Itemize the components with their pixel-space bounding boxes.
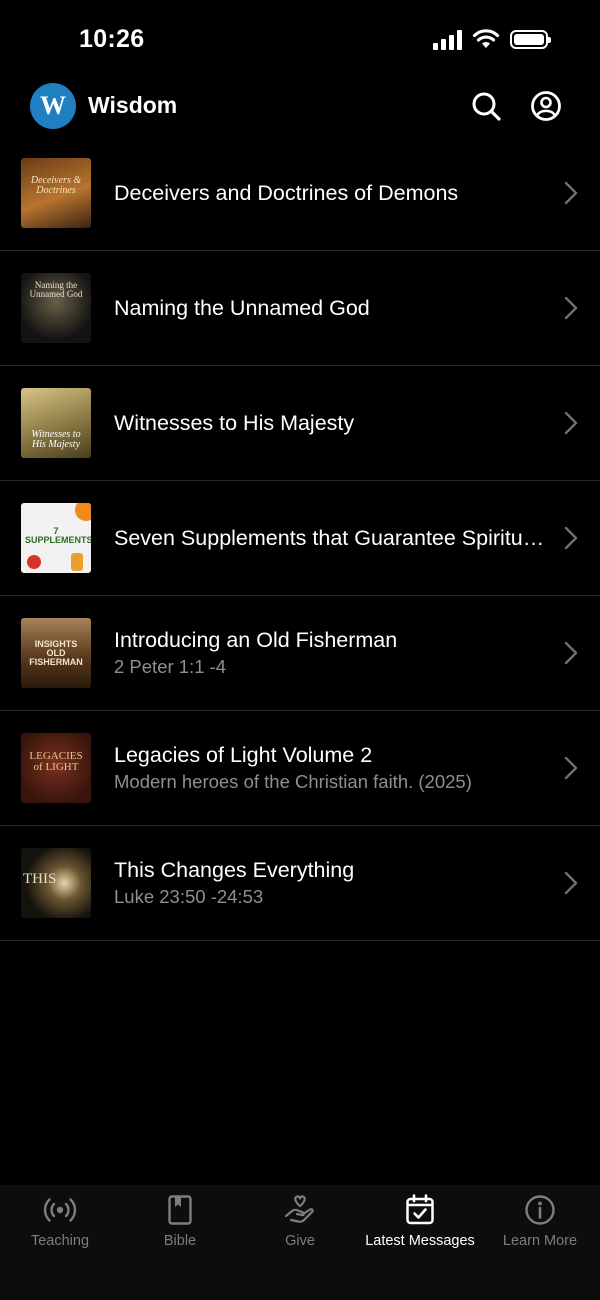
tab-label: Bible xyxy=(163,1233,197,1249)
chevron-right-icon xyxy=(564,871,578,895)
search-icon[interactable] xyxy=(470,90,502,122)
chevron-right-icon xyxy=(564,641,578,665)
logo-letter: W xyxy=(40,91,66,120)
message-thumbnail: 7 SUPPLEMENTS xyxy=(21,503,91,573)
tab-label: Teaching xyxy=(30,1233,90,1249)
message-title: Introducing an Old Fisherman xyxy=(114,628,398,652)
tab-teaching[interactable]: Teaching xyxy=(0,1185,120,1300)
book-icon xyxy=(168,1195,192,1225)
list-item[interactable]: Naming the Unnamed God Naming the Unname… xyxy=(0,251,600,366)
thumbnail-text: INSIGHTS OLD FISHERMAN xyxy=(29,639,83,667)
chevron-right-icon xyxy=(564,411,578,435)
calendar-check-icon xyxy=(406,1194,434,1225)
list-item[interactable]: Deceivers & Doctrines Deceivers and Doct… xyxy=(0,136,600,251)
chevron-right-icon xyxy=(564,296,578,320)
app-header: W Wisdom xyxy=(0,80,600,140)
tab-label: Give xyxy=(285,1233,315,1249)
message-title: Witnesses to His Majesty xyxy=(114,411,355,435)
list-item[interactable]: INSIGHTS OLD FISHERMAN Introducing an Ol… xyxy=(0,596,600,711)
battery-icon xyxy=(510,29,551,49)
message-title: Deceivers and Doctrines of Demons xyxy=(114,181,459,205)
thumbnail-text: Witnesses to His Majesty xyxy=(31,429,81,450)
list-item[interactable]: Witnesses to His Majesty Witnesses to Hi… xyxy=(0,366,600,481)
list-item[interactable]: 7 SUPPLEMENTS Seven Supplements that Gua… xyxy=(0,481,600,596)
message-title: Legacies of Light Volume 2 xyxy=(114,743,373,767)
tab-learn-more[interactable]: Learn More xyxy=(480,1185,600,1300)
message-subtitle: Luke 23:50 -24:53 xyxy=(114,886,264,907)
thumbnail-text: THIS xyxy=(23,871,57,887)
message-title: This Changes Everything xyxy=(114,858,355,882)
status-time: 10:26 xyxy=(79,25,145,53)
tab-label: Latest Messages xyxy=(365,1233,475,1249)
account-icon[interactable] xyxy=(530,90,562,122)
message-thumbnail: Deceivers & Doctrines xyxy=(21,158,91,228)
info-circle-icon xyxy=(525,1195,555,1225)
message-thumbnail: LEGACIES of LIGHT xyxy=(21,733,91,803)
tab-bible[interactable]: Bible xyxy=(120,1185,240,1300)
chevron-right-icon xyxy=(564,181,578,205)
list-item[interactable]: THIS This Changes Everything Luke 23:50 … xyxy=(0,826,600,941)
broadcast-icon xyxy=(43,1198,77,1222)
cellular-signal-icon xyxy=(433,28,462,50)
app-logo[interactable]: W xyxy=(30,83,76,129)
status-icons xyxy=(433,28,551,50)
thumbnail-text: Deceivers & Doctrines xyxy=(30,175,82,196)
hand-heart-icon xyxy=(284,1195,314,1223)
tab-latest-messages[interactable]: Latest Messages xyxy=(360,1185,480,1300)
message-subtitle: 2 Peter 1:1 -4 xyxy=(114,656,227,677)
message-thumbnail: Witnesses to His Majesty xyxy=(21,388,91,458)
thumbnail-text: 7 SUPPLEMENTS xyxy=(25,526,91,545)
tab-give[interactable]: Give xyxy=(240,1185,360,1300)
wifi-icon xyxy=(472,29,500,48)
chevron-right-icon xyxy=(564,756,578,780)
message-subtitle: Modern heroes of the Christian faith. (2… xyxy=(114,771,472,792)
message-title: Seven Supplements that Guarantee Spiritu… xyxy=(114,526,548,550)
message-thumbnail: Naming the Unnamed God xyxy=(21,273,91,343)
thumbnail-text: Naming the Unnamed God xyxy=(29,280,83,299)
message-title: Naming the Unnamed God xyxy=(114,296,370,320)
app-title: Wisdom xyxy=(88,92,178,118)
thumbnail-text: LEGACIES of LIGHT xyxy=(29,750,83,773)
tab-bar: Teaching Bible Give Latest Messages Lear… xyxy=(0,1185,600,1300)
message-thumbnail: THIS xyxy=(21,848,91,918)
list-item[interactable]: LEGACIES of LIGHT Legacies of Light Volu… xyxy=(0,711,600,826)
message-thumbnail: INSIGHTS OLD FISHERMAN xyxy=(21,618,91,688)
status-bar: 10:26 xyxy=(0,0,600,80)
chevron-right-icon xyxy=(564,526,578,550)
tab-label: Learn More xyxy=(502,1233,578,1249)
message-list: Deceivers & Doctrines Deceivers and Doct… xyxy=(0,136,600,941)
